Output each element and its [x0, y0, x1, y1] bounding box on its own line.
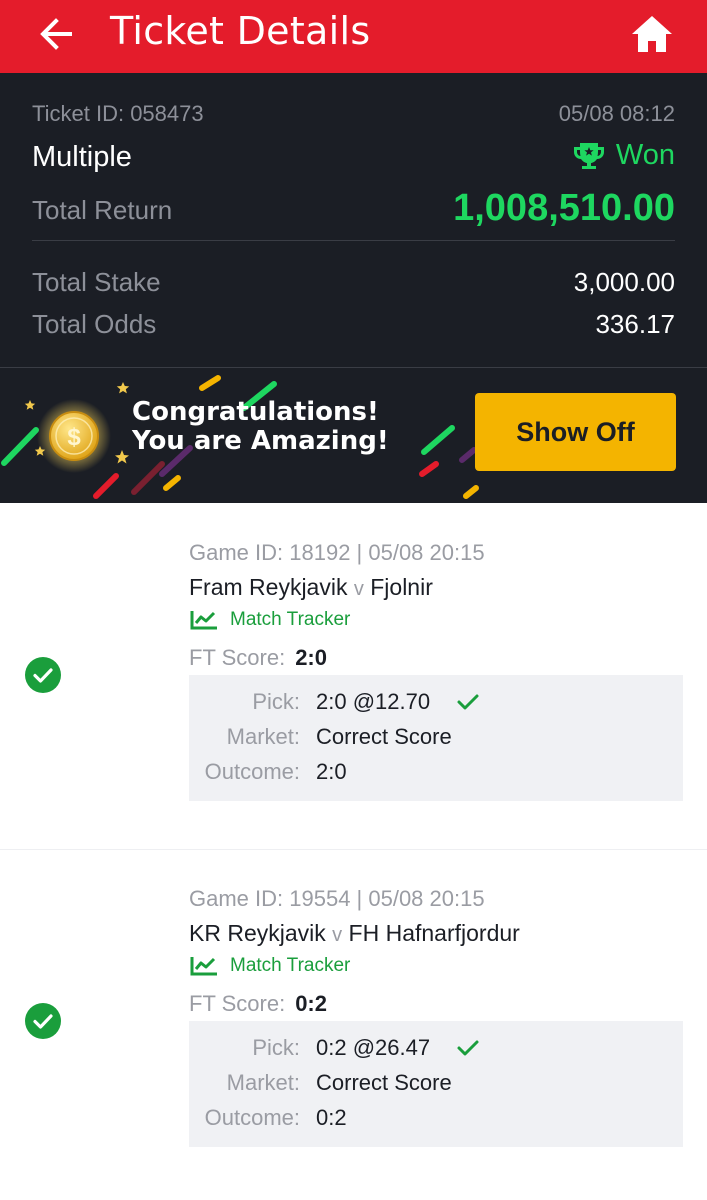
show-off-button[interactable]: Show Off — [475, 393, 676, 471]
dollar-coin-icon: $ — [37, 399, 111, 473]
check-circle-icon — [25, 1003, 61, 1039]
ticket-id: Ticket ID: 058473 — [32, 101, 204, 126]
ticket-datetime: 05/08 08:12 — [558, 101, 675, 126]
divider — [32, 240, 675, 241]
congrats-banner: $ Congratulations! You are Amazing! Show… — [0, 368, 707, 503]
market-label: Market: — [226, 724, 300, 749]
market-value: Correct Score — [316, 724, 452, 749]
home-icon — [632, 16, 672, 52]
status-label: Won — [615, 139, 675, 171]
home-button[interactable] — [624, 8, 680, 60]
match-tracker-label: Match Tracker — [230, 955, 351, 976]
checkmark-icon — [457, 1040, 479, 1056]
pick-row: Pick: 2:0 @12.70 — [189, 689, 683, 717]
versus-label: v — [353, 578, 364, 600]
versus-label: v — [332, 924, 343, 946]
outcome-row: Outcome: 0:2 — [189, 1105, 683, 1133]
total-stake-value: 3,000.00 — [573, 267, 675, 297]
pick-details: Pick: 0:2 @26.47 Market: Correct Score O… — [189, 1021, 683, 1147]
match-teams: KR Reykjavik v FH Hafnarfjordur — [189, 920, 520, 947]
game-card: Game ID: 19554 | 05/08 20:15 KR Reykjavi… — [0, 849, 707, 1200]
ft-score-label: FT Score: — [189, 645, 286, 670]
app-bar: Ticket Details — [0, 0, 707, 73]
congrats-line2: You are Amazing! — [132, 426, 389, 456]
ft-score-value: 0:2 — [295, 991, 327, 1016]
page-title: Ticket Details — [110, 9, 371, 53]
ticket-status: Won — [572, 139, 675, 172]
game-card: Game ID: 18192 | 05/08 20:15 Fram Reykja… — [0, 503, 707, 849]
ft-score-label: FT Score: — [189, 991, 286, 1016]
match-tracker-link[interactable]: Match Tracker — [189, 609, 350, 631]
outcome-value: 0:2 — [316, 1105, 347, 1130]
ft-score-value: 2:0 — [295, 645, 327, 670]
home-team: KR Reykjavik — [189, 920, 326, 946]
outcome-label: Outcome: — [204, 1105, 300, 1130]
away-team: FH Hafnarfjordur — [348, 920, 520, 946]
pick-value: 0:2 @26.47 — [316, 1035, 431, 1060]
outcome-value: 2:0 — [316, 759, 347, 784]
market-row: Market: Correct Score — [189, 724, 683, 752]
back-button[interactable] — [30, 8, 82, 60]
congrats-text: Congratulations! You are Amazing! — [132, 398, 389, 456]
total-return-value: 1,008,510.00 — [453, 187, 675, 229]
ft-score: FT Score: 0:2 — [189, 991, 327, 1017]
market-row: Market: Correct Score — [189, 1070, 683, 1098]
home-team: Fram Reykjavik — [189, 574, 348, 600]
pick-label: Pick: — [252, 1035, 300, 1060]
match-teams: Fram Reykjavik v Fjolnir — [189, 574, 433, 601]
pick-details: Pick: 2:0 @12.70 Market: Correct Score O… — [189, 675, 683, 801]
svg-text:$: $ — [67, 424, 81, 451]
check-circle-icon — [25, 657, 61, 693]
congrats-line1: Congratulations! — [132, 397, 379, 427]
match-tracker-link[interactable]: Match Tracker — [189, 955, 350, 977]
outcome-label: Outcome: — [204, 759, 300, 784]
chart-line-icon — [190, 957, 217, 976]
ticket-summary: Ticket ID: 058473 05/08 08:12 Multiple W… — [0, 73, 707, 503]
market-label: Market: — [226, 1070, 300, 1095]
total-return-label: Total Return — [32, 195, 173, 225]
pick-row: Pick: 0:2 @26.47 — [189, 1035, 683, 1063]
market-value: Correct Score — [316, 1070, 452, 1095]
total-odds-label: Total Odds — [32, 309, 157, 339]
game-id: Game ID: 19554 | 05/08 20:15 — [189, 886, 485, 911]
outcome-row: Outcome: 2:0 — [189, 759, 683, 787]
trophy-icon — [573, 142, 604, 169]
total-odds-value: 336.17 — [595, 309, 675, 339]
chart-line-icon — [190, 611, 217, 630]
ft-score: FT Score: 2:0 — [189, 645, 327, 671]
pick-label: Pick: — [252, 689, 300, 714]
checkmark-icon — [457, 694, 479, 710]
arrow-left-icon — [40, 18, 72, 50]
match-tracker-label: Match Tracker — [230, 609, 351, 630]
away-team: Fjolnir — [370, 574, 433, 600]
game-id: Game ID: 18192 | 05/08 20:15 — [189, 540, 485, 565]
bet-type: Multiple — [32, 141, 132, 173]
pick-value: 2:0 @12.70 — [316, 689, 431, 714]
total-stake-label: Total Stake — [32, 267, 161, 297]
